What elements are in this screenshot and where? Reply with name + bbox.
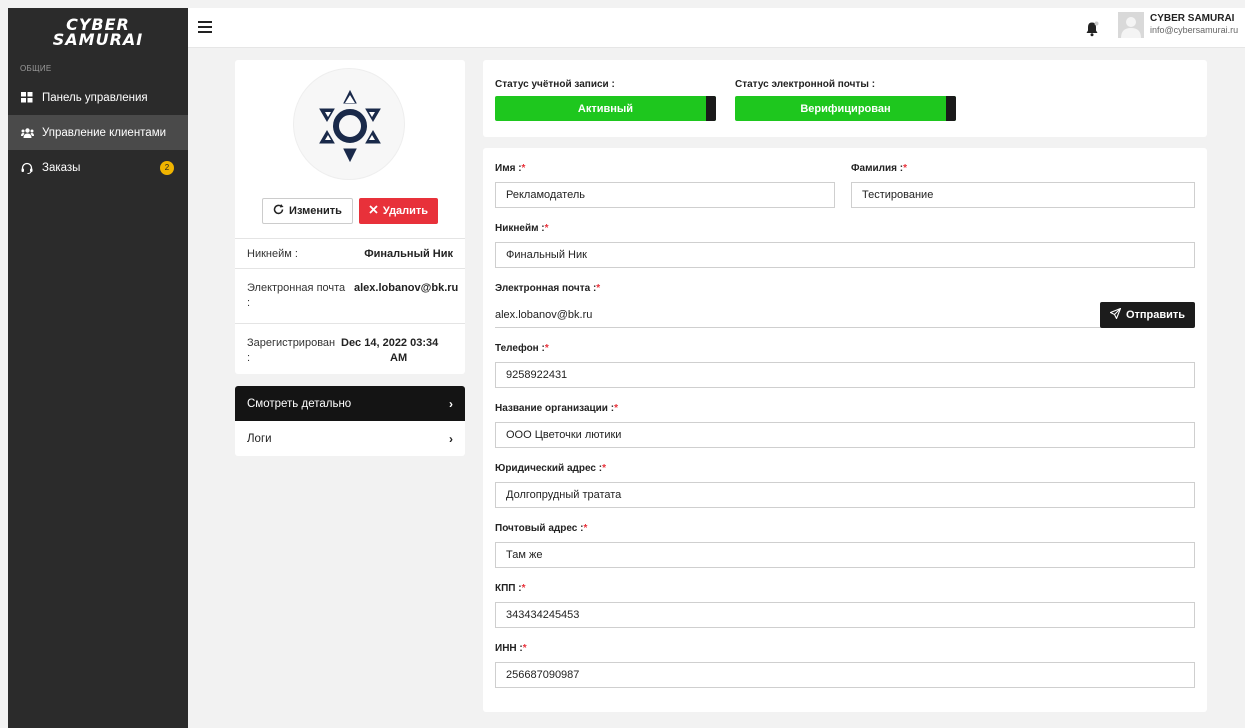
email-status-button[interactable]: Верифицирован	[735, 96, 956, 121]
first-name-field[interactable]: Рекламодатель	[495, 182, 835, 208]
sidebar-item-label: Заказы	[42, 161, 81, 174]
headset-icon	[20, 162, 34, 174]
org-name-field[interactable]: ООО Цветочки лютики	[495, 422, 1195, 448]
edit-button-label: Изменить	[289, 205, 342, 217]
status-card: Статус учётной записи : Активный Статус …	[483, 60, 1207, 137]
status-toggle-cap	[946, 96, 956, 121]
phone-field[interactable]: 9258922431	[495, 362, 1195, 388]
legal-address-field[interactable]: Долгопрудный тратата	[495, 482, 1195, 508]
legal-address-label: Юридический адрес :*	[495, 463, 606, 474]
account-status-label: Статус учётной записи :	[495, 79, 615, 90]
postal-address-label: Почтовый адрес :*	[495, 523, 588, 534]
inn-field[interactable]: 256687090987	[495, 662, 1195, 688]
account-status-value: Активный	[577, 102, 634, 115]
send-button-label: Отправить	[1125, 309, 1186, 321]
sidebar-item-label: Управление клиентами	[42, 126, 167, 139]
grid-icon	[20, 92, 34, 104]
profile-card: Изменить Удалить Никнейм : Финальный Ник…	[235, 60, 465, 374]
registered-row: Зарегистрирован : Dec 14, 2022 03:34 AM	[235, 323, 465, 374]
sidebar-item-dashboard[interactable]: Панель управления	[8, 80, 188, 115]
email-field[interactable]: alex.lobanov@bk.ru	[495, 302, 1107, 328]
nickname-label: Никнейм :	[247, 248, 298, 260]
client-form: Имя :* Рекламодатель Фамилия :* Тестиров…	[483, 148, 1207, 712]
star-of-david-icon	[319, 89, 381, 163]
email-row: Электронная почта : alex.lobanov@bk.ru	[235, 268, 465, 323]
user-name[interactable]: CYBER SAMURAI	[1150, 13, 1234, 24]
nav-item-label: Смотреть детально	[247, 397, 352, 410]
send-email-button[interactable]: Отправить	[1100, 302, 1195, 328]
email-status-label: Статус электронной почты :	[735, 79, 876, 90]
registered-colon: :	[247, 352, 251, 364]
email-label: Электронная почта :*	[495, 283, 601, 294]
profile-avatar	[293, 68, 405, 180]
users-icon	[20, 127, 34, 139]
nav-item-label: Логи	[247, 432, 272, 445]
refresh-icon	[273, 204, 284, 218]
chevron-right-icon: ›	[449, 396, 453, 411]
email-colon: :	[247, 297, 251, 309]
sidebar-item-label: Панель управления	[42, 91, 148, 104]
inn-label: ИНН :*	[495, 643, 527, 654]
nav-item-details[interactable]: Смотреть детально ›	[235, 386, 465, 421]
avatar[interactable]	[1118, 12, 1144, 38]
email-value: alex.lobanov@bk.ru	[354, 282, 459, 294]
registered-value-line-2: AM	[390, 352, 408, 364]
nickname-value: Финальный Ник	[364, 248, 453, 260]
account-status-button[interactable]: Активный	[495, 96, 716, 121]
kpp-label: КПП :*	[495, 583, 526, 594]
first-name-label: Имя :*	[495, 163, 526, 174]
email-status-value: Верифицирован	[800, 102, 891, 115]
phone-label: Телефон :*	[495, 343, 549, 354]
nickname-row: Никнейм : Финальный Ник	[235, 238, 465, 268]
status-toggle-cap	[706, 96, 716, 121]
user-email: info@cybersamurai.ru	[1150, 25, 1239, 35]
sidebar-item-clients[interactable]: Управление клиентами	[8, 115, 188, 150]
paper-plane-icon	[1109, 307, 1122, 322]
topbar: CYBER SAMURAI info@cybersamurai.ru	[188, 8, 1245, 48]
delete-avatar-button[interactable]: Удалить	[359, 198, 438, 224]
nav-item-logs[interactable]: Логи ›	[235, 421, 465, 456]
nickname-label: Никнейм :*	[495, 223, 549, 234]
registered-value-line-1: Dec 14, 2022 03:34	[341, 337, 439, 349]
chevron-right-icon: ›	[449, 431, 453, 446]
orders-count-badge: 2	[160, 160, 174, 175]
hamburger-menu-icon[interactable]	[198, 21, 212, 33]
last-name-label: Фамилия :*	[851, 163, 907, 174]
close-icon	[369, 205, 378, 217]
profile-nav: Смотреть детально › Логи ›	[235, 386, 465, 456]
sidebar-item-orders[interactable]: Заказы 2	[8, 150, 188, 185]
postal-address-field[interactable]: Там же	[495, 542, 1195, 568]
last-name-field[interactable]: Тестирование	[851, 182, 1195, 208]
email-label: Электронная почта	[247, 282, 346, 294]
org-name-label: Название организации :*	[495, 403, 618, 414]
bell-icon[interactable]	[1085, 21, 1099, 37]
delete-button-label: Удалить	[382, 205, 429, 217]
sidebar-section-label: ОБЩИЕ	[20, 64, 52, 73]
kpp-field[interactable]: 343434245453	[495, 602, 1195, 628]
logo-line-2: SAMURAI	[52, 30, 144, 49]
sidebar: CYBER SAMURAI ОБЩИЕ Панель управления Упр…	[8, 8, 188, 728]
logo[interactable]: CYBER SAMURAI	[8, 8, 188, 56]
nickname-field[interactable]: Финальный Ник	[495, 242, 1195, 268]
edit-avatar-button[interactable]: Изменить	[262, 198, 353, 224]
registered-label: Зарегистрирован	[247, 337, 336, 349]
